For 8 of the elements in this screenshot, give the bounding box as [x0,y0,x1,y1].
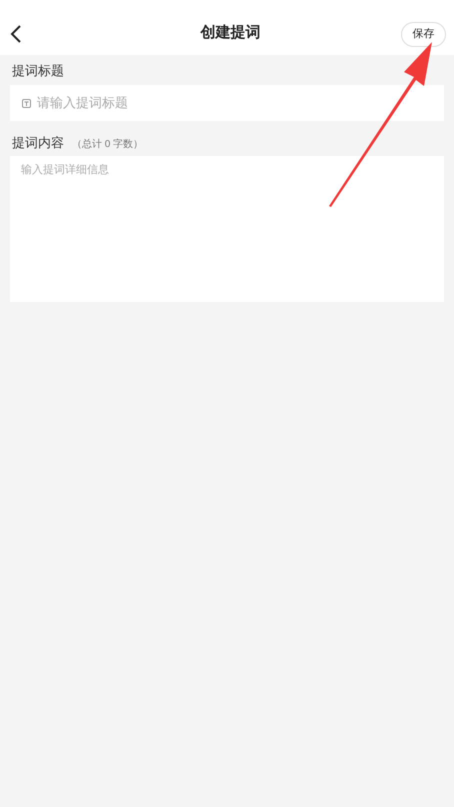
field-label: 提词内容 [12,134,64,152]
field-label: 提词标题 [11,62,65,80]
title-input-field[interactable]: 请输入提词标题 [10,84,444,120]
page-title: 创建提词 [200,22,260,42]
save-button[interactable]: 保存 [401,22,446,47]
content-text-area[interactable]: 输入提词详细信息 [10,156,444,302]
word-count: （总计 0 字数） [72,138,144,152]
text-icon [22,98,31,108]
